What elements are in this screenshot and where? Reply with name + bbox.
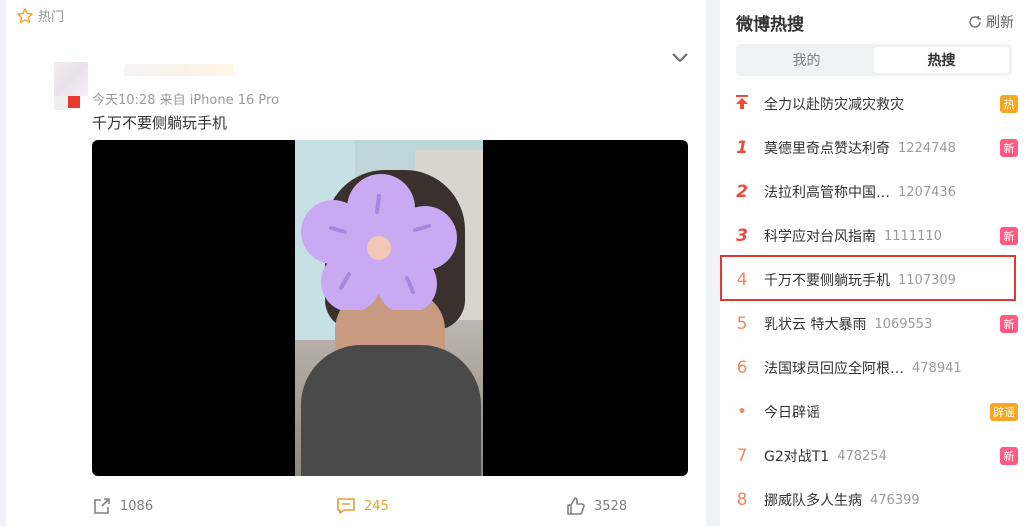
hot-item-count: 1107309 <box>898 272 956 288</box>
hot-item-pinned[interactable]: 全力以赴防灾减灾救灾 热 <box>720 82 1030 126</box>
hot-item[interactable]: 7 G2对战T1 478254 新 <box>720 434 1030 478</box>
hot-item-title: G2对战T1 <box>764 449 830 465</box>
rank-number: 7 <box>736 446 748 466</box>
video-player[interactable] <box>92 140 688 476</box>
rank-number: 5 <box>736 314 748 334</box>
hot-search-list: 全力以赴防灾减灾救灾 热 1 莫德里奇点赞达利奇 1224748 新 2 法拉利… <box>720 82 1030 522</box>
like-button[interactable]: 3528 <box>566 496 627 516</box>
hot-item[interactable]: 6 法国球员回应全阿根… 478941 <box>720 346 1030 390</box>
hot-item-count: 1069553 <box>874 316 933 332</box>
tab-hot-search[interactable]: 热搜 <box>874 47 1009 73</box>
rank-number: 6 <box>736 358 748 378</box>
rank-dot: • <box>737 404 747 420</box>
comment-icon <box>337 498 355 514</box>
hot-item-title: 千万不要侧躺玩手机 <box>764 273 890 289</box>
pinned-icon <box>720 94 764 115</box>
comment-count: 245 <box>364 498 389 514</box>
chevron-down-icon[interactable] <box>670 48 690 68</box>
hot-item-rumor[interactable]: • 今日辟谣 辟谣 <box>720 390 1030 434</box>
hot-item-title: 乳状云 特大暴雨 <box>764 317 867 333</box>
rank-number: 3 <box>736 226 748 246</box>
new-badge: 新 <box>1000 227 1018 245</box>
hot-item-count: 1207436 <box>898 184 956 200</box>
share-count: 1086 <box>120 498 154 514</box>
post-card: 热门 今天10:28 来自 iPhone 16 Pro 千万不要侧躺玩手机 10… <box>6 0 706 526</box>
new-badge: 新 <box>1000 139 1018 157</box>
new-badge: 新 <box>1000 447 1018 465</box>
rank-number: 8 <box>736 490 748 510</box>
share-button[interactable]: 1086 <box>92 496 153 516</box>
hot-item-highlighted[interactable]: 4 千万不要侧躺玩手机 1107309 <box>720 258 1030 302</box>
avatar[interactable] <box>54 62 88 112</box>
sidebar-title: 微博热搜 <box>736 15 804 35</box>
hot-item[interactable]: 1 莫德里奇点赞达利奇 1224748 新 <box>720 126 1030 170</box>
hot-item-title: 全力以赴防灾减灾救灾 <box>764 97 904 113</box>
sidebar-tabs: 我的 热搜 <box>736 44 1012 76</box>
share-icon <box>94 498 110 514</box>
hot-item-count: 1111110 <box>884 228 942 244</box>
hot-item[interactable]: 2 法拉利高管称中国… 1207436 <box>720 170 1030 214</box>
hot-item[interactable]: 3 科学应对台风指南 1111110 新 <box>720 214 1030 258</box>
rank-number: 1 <box>736 138 748 158</box>
hot-item-count: 1224748 <box>898 140 956 156</box>
hot-item-count: 476399 <box>870 492 920 508</box>
tab-mine[interactable]: 我的 <box>739 47 874 73</box>
username-blurred[interactable] <box>124 64 234 76</box>
hot-tag-label: 热门 <box>38 10 65 25</box>
hot-search-sidebar: 微博热搜 刷新 我的 热搜 全力以赴防灾减灾救灾 热 1 莫德里奇点赞达利奇 1… <box>720 0 1030 526</box>
hot-item-count: 478941 <box>912 360 962 376</box>
rumor-badge: 辟谣 <box>990 403 1018 421</box>
refresh-button[interactable]: 刷新 <box>968 12 1014 32</box>
like-count: 3528 <box>594 498 628 514</box>
hot-item-title: 莫德里奇点赞达利奇 <box>764 141 890 157</box>
refresh-label: 刷新 <box>986 15 1014 31</box>
post-meta: 今天10:28 来自 iPhone 16 Pro <box>92 93 280 108</box>
rank-number: 2 <box>736 182 748 202</box>
hot-item[interactable]: 5 乳状云 特大暴雨 1069553 新 <box>720 302 1030 346</box>
refresh-icon <box>969 16 981 28</box>
star-icon <box>17 7 33 23</box>
hot-item-count: 478254 <box>837 448 887 464</box>
hot-tag[interactable]: 热门 <box>16 6 64 25</box>
post-text: 千万不要侧躺玩手机 <box>92 114 228 132</box>
new-badge: 新 <box>1000 315 1018 333</box>
hot-item-title: 法拉利高管称中国… <box>764 185 890 201</box>
video-frame <box>295 140 483 476</box>
hot-item-title: 科学应对台风指南 <box>764 229 876 245</box>
flower-sticker-icon <box>301 174 457 310</box>
hot-item-title: 挪威队多人生病 <box>764 493 862 509</box>
hot-item-title: 法国球员回应全阿根… <box>764 361 904 377</box>
comment-button[interactable]: 245 <box>336 496 389 516</box>
hot-badge: 热 <box>1000 95 1018 113</box>
hot-item-title: 今日辟谣 <box>764 405 820 421</box>
post-actions: 1086 245 3528 <box>92 496 692 520</box>
thumbs-up-icon <box>567 497 585 515</box>
hot-item[interactable]: 8 挪威队多人生病 476399 <box>720 478 1030 522</box>
rank-number: 4 <box>736 270 748 290</box>
